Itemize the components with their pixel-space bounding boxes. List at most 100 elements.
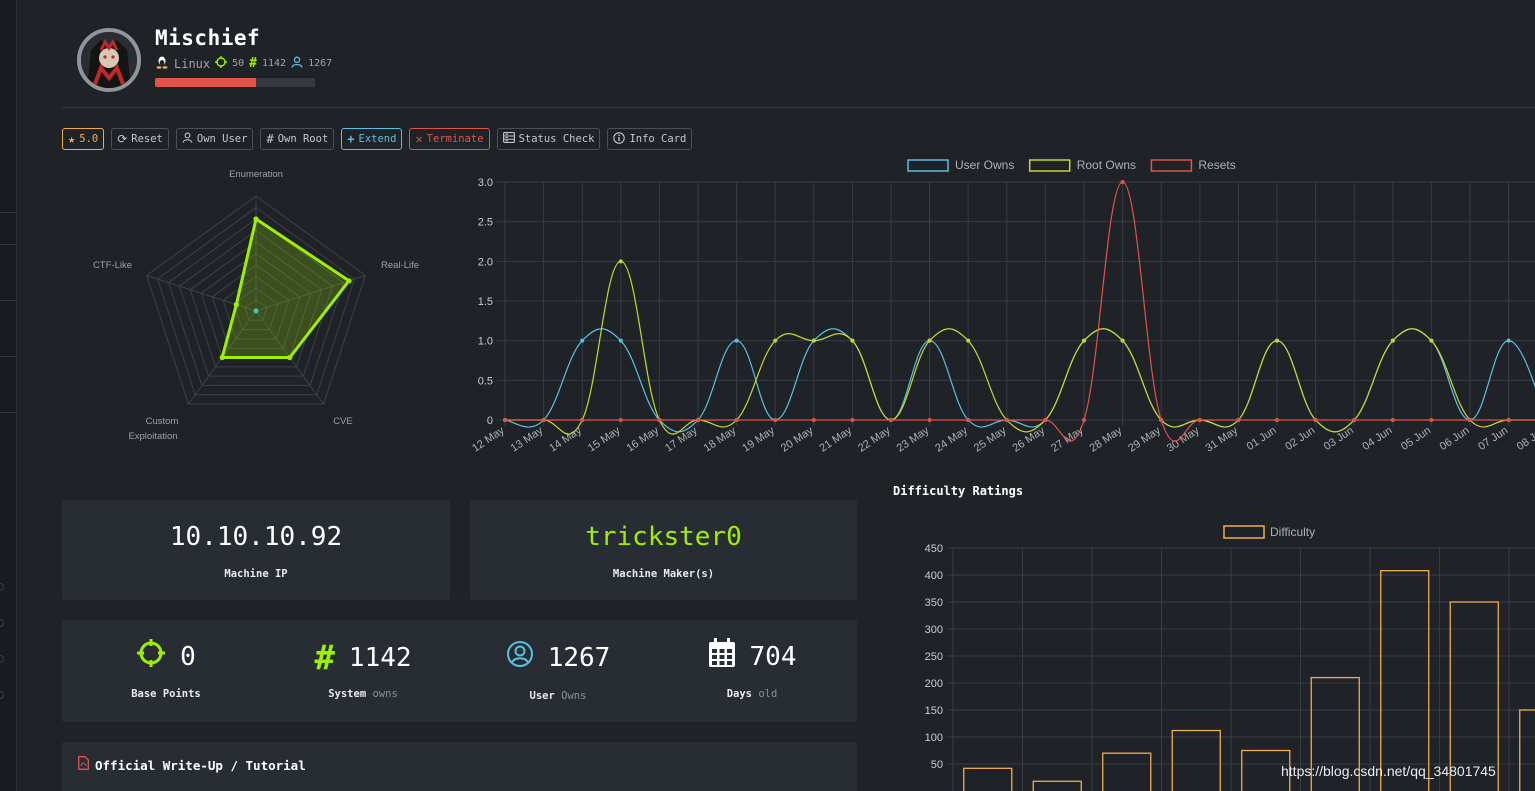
- line-series-point: [927, 418, 932, 422]
- machine-toolbar: ★ 5.0 ⟳ Reset Own User # Own Root + Exte…: [62, 128, 693, 150]
- line-chart-legend-label: Root Owns: [1077, 158, 1136, 172]
- bar-chart-ytick: 400: [925, 570, 943, 582]
- crosshair-icon: [136, 638, 166, 676]
- writeup-title[interactable]: Official Write-Up / Tutorial: [78, 756, 306, 774]
- user-owns-label: User Owns: [529, 690, 587, 702]
- own-user-label: Own User: [196, 133, 248, 145]
- bar-chart-legend-swatch: [1223, 525, 1265, 539]
- line-series-point: [811, 418, 816, 422]
- stat-user-owns: 1267 User Owns: [458, 620, 658, 722]
- info-card-button[interactable]: Info Card: [607, 128, 693, 150]
- line-chart-xtick: 05 Jun: [1399, 425, 1433, 453]
- line-series-point: [1043, 418, 1048, 422]
- radar-data-area: [220, 216, 352, 360]
- line-series-point: [773, 338, 778, 343]
- line-chart-xtick: 19 May: [740, 424, 777, 454]
- machine-name: Mischief: [155, 26, 261, 50]
- terminate-button[interactable]: ✕ Terminate: [409, 128, 490, 150]
- radar-axis-label: CTF-Like: [93, 260, 132, 271]
- own-user-button[interactable]: Own User: [175, 128, 254, 150]
- sidebar-nav-dot[interactable]: [0, 619, 4, 627]
- own-root-button[interactable]: # Own Root: [260, 128, 335, 150]
- stat-days-old: 704 Days old: [652, 620, 852, 722]
- line-series-point: [773, 418, 778, 422]
- sidebar-nav-dot[interactable]: [0, 583, 4, 591]
- difficulty-bar: [1102, 752, 1152, 791]
- radar-data-point: [287, 354, 293, 361]
- line-chart-xtick: 15 May: [586, 424, 623, 454]
- difficulty-title: Difficulty Ratings: [893, 484, 1024, 498]
- line-chart-xtick: 02 Jun: [1283, 425, 1317, 453]
- machine-maker[interactable]: trickster0: [470, 522, 857, 552]
- line-series-point: [1197, 418, 1202, 422]
- bar-chart-ytick: 350: [925, 597, 943, 609]
- sidebar-divider: [0, 412, 17, 413]
- sidebar-nav-dot[interactable]: [0, 655, 4, 663]
- line-chart-xtick: 13 May: [509, 424, 546, 454]
- bar-chart-ytick: 50: [931, 759, 943, 771]
- bar-chart-ytick: 250: [925, 651, 943, 663]
- line-chart-xtick: 01 Jun: [1245, 425, 1279, 453]
- line-series-point: [541, 418, 546, 422]
- user-owns-value: 1267: [547, 643, 611, 673]
- line-series-point: [811, 338, 816, 343]
- star-icon: ★: [68, 132, 76, 146]
- base-points-label: Base Points: [131, 688, 201, 700]
- machine-maker-label: Machine Maker(s): [612, 568, 715, 580]
- crosshair-icon: [215, 56, 228, 71]
- calendar-icon: [708, 638, 736, 676]
- line-series-point: [1429, 338, 1434, 343]
- sidebar-nav-dot[interactable]: [0, 691, 4, 699]
- line-series-point: [889, 418, 893, 422]
- extend-button[interactable]: + Extend: [341, 128, 403, 150]
- line-series-point: [850, 338, 855, 343]
- line-chart-xtick: 17 May: [663, 424, 700, 454]
- line-series-point: [618, 338, 623, 343]
- user-icon: [291, 56, 303, 71]
- difficulty-bar: [1380, 570, 1430, 791]
- line-chart-xtick: 21 May: [817, 424, 854, 454]
- watermark: https://blog.csdn.net/qq_34801745: [1281, 763, 1496, 779]
- jester-avatar-icon: [81, 32, 137, 88]
- line-chart-ytick: 0.5: [478, 375, 493, 387]
- line-series-point: [1313, 418, 1318, 422]
- system-owns-label: System owns: [328, 688, 398, 700]
- line-chart-xtick: 25 May: [972, 424, 1009, 454]
- days-value: 704: [749, 642, 797, 672]
- line-chart-xtick: 24 May: [933, 424, 970, 454]
- radar-axis-label: Custom: [146, 416, 179, 427]
- radar-axis-label: Enumeration: [229, 169, 283, 180]
- pdf-icon: [78, 756, 89, 774]
- bar-chart-ytick: 200: [925, 678, 943, 690]
- plus-icon: +: [347, 132, 355, 146]
- line-chart-xtick: 18 May: [702, 424, 739, 454]
- line-series-point: [1275, 418, 1279, 422]
- line-series-point: [1275, 338, 1279, 343]
- bar-chart-ytick: 150: [925, 705, 943, 717]
- user-icon: [182, 132, 193, 146]
- bar-chart-ytick: 450: [925, 543, 943, 555]
- line-chart-ytick: 2.5: [478, 217, 493, 229]
- server-icon: [502, 132, 515, 146]
- reset-button[interactable]: ⟳ Reset: [111, 128, 169, 150]
- bar-chart-ytick: 300: [925, 624, 943, 636]
- line-chart-xtick: 06 Jun: [1438, 425, 1472, 453]
- line-series-point: [1120, 180, 1125, 184]
- progress-fill: [155, 78, 256, 87]
- line-chart-xtick: 20 May: [779, 424, 816, 454]
- writeup-card[interactable]: Official Write-Up / Tutorial: [62, 742, 857, 791]
- machine-ip: 10.10.10.92: [169, 522, 343, 552]
- line-chart-ytick: 2.0: [478, 256, 493, 268]
- line-chart-xtick: 07 Jun: [1476, 425, 1510, 453]
- line-series-point: [1506, 338, 1511, 343]
- line-series-point: [618, 418, 623, 422]
- line-series-point: [503, 418, 507, 422]
- stat-system-owns: # 1142 System owns: [263, 620, 463, 722]
- status-check-button[interactable]: Status Check: [496, 128, 601, 150]
- stat-base-points: 0 Base Points: [66, 620, 266, 722]
- user-circle-icon: [506, 640, 534, 676]
- rating-button[interactable]: ★ 5.0: [62, 128, 105, 150]
- line-series-point: [1159, 418, 1164, 422]
- terminate-label: Terminate: [426, 133, 484, 145]
- line-chart-xtick: 16 May: [624, 424, 661, 454]
